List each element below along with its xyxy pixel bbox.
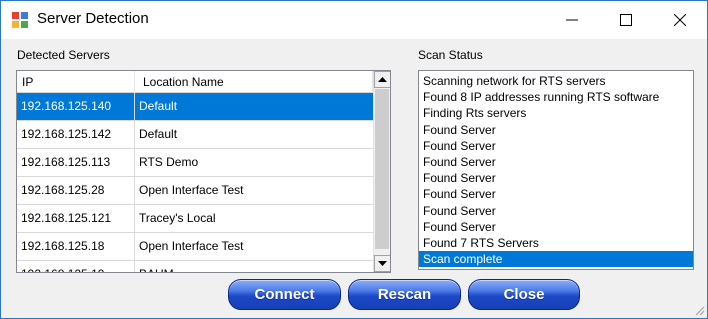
location-cell: Default [139, 99, 178, 113]
detected-servers-label: Detected Servers [17, 48, 110, 62]
list-item[interactable]: Found Server [419, 138, 693, 154]
list-item[interactable]: Found Server [419, 186, 693, 202]
ip-cell: 192.168.125.121 [17, 205, 135, 232]
ip-cell: 192.168.125.140 [17, 93, 135, 120]
maximize-button[interactable] [599, 1, 653, 39]
arrow-down-icon [378, 261, 387, 266]
minimize-button[interactable] [545, 1, 599, 39]
maximize-icon [620, 14, 632, 26]
list-item[interactable]: Found Server [419, 122, 693, 138]
ip-cell: 192.168.125.113 [17, 149, 135, 176]
table-row[interactable]: 192.168.125.28 Open Interface Test [17, 177, 373, 205]
title-bar[interactable]: Server Detection [1, 1, 707, 39]
arrow-up-icon [378, 77, 387, 82]
ip-cell: 192.168.125.19 [17, 261, 135, 272]
list-item[interactable]: Found Server [419, 170, 693, 186]
app-icon [12, 12, 28, 28]
list-item[interactable]: Found Server [419, 219, 693, 235]
scan-status-list[interactable]: Scanning network for RTS servers Found 8 … [418, 70, 694, 270]
ip-cell: 192.168.125.18 [17, 233, 135, 260]
servers-list-rows: 192.168.125.140 Default 192.168.125.142 Def… [17, 93, 373, 272]
list-item[interactable]: Found 7 RTS Servers [419, 235, 693, 251]
resize-grip-icon[interactable] [693, 304, 705, 316]
scrollbar-thumb[interactable] [375, 89, 389, 249]
scan-status-label: Scan Status [418, 48, 483, 62]
location-cell: BAUM [135, 261, 373, 272]
table-row[interactable]: 192.168.125.113 RTS Demo [17, 149, 373, 177]
server-detection-window: Server Detection Detected Servers Scan S… [0, 0, 708, 319]
close-window-button[interactable] [653, 1, 707, 39]
column-header-ip[interactable]: IP [17, 71, 135, 93]
scan-status-lines: Scanning network for RTS servers Found 8 … [419, 73, 693, 268]
list-item[interactable]: Scan complete [419, 251, 693, 268]
window-title: Server Detection [37, 10, 149, 27]
close-icon [674, 14, 686, 26]
servers-list-header: IP Location Name [17, 71, 373, 93]
location-cell: Tracey's Local [139, 211, 216, 225]
connect-button[interactable]: Connect [228, 279, 341, 310]
list-item[interactable]: Scanning network for RTS servers [419, 73, 693, 89]
location-cell: Open Interface Test [139, 239, 244, 253]
list-item[interactable]: Found Server [419, 154, 693, 170]
ip-cell: 192.168.125.142 [17, 121, 135, 148]
ip-cell: 192.168.125.28 [17, 177, 135, 204]
list-item[interactable]: Found 8 IP addresses running RTS softwar… [419, 89, 693, 105]
table-row[interactable]: 192.168.125.140 Default [17, 93, 373, 121]
table-row[interactable]: 192.168.125.142 Default [17, 121, 373, 149]
location-cell: Open Interface Test [139, 183, 244, 197]
list-item[interactable]: Finding Rts servers [419, 105, 693, 121]
servers-list[interactable]: IP Location Name 192.168.125.140 Default 1… [16, 70, 391, 273]
table-row[interactable]: 192.168.125.121 Tracey's Local [17, 205, 373, 233]
minimize-icon [566, 19, 578, 21]
table-row[interactable]: 192.168.125.18 Open Interface Test [17, 233, 373, 261]
list-item[interactable]: Found Server [419, 203, 693, 219]
rescan-button[interactable]: Rescan [348, 279, 461, 310]
table-row[interactable]: 192.168.125.19BAUM [17, 261, 373, 272]
scroll-down-button[interactable] [374, 255, 390, 272]
column-header-location[interactable]: Location Name [135, 71, 373, 93]
location-cell: RTS Demo [139, 155, 199, 169]
location-cell: Default [139, 127, 178, 141]
scroll-up-button[interactable] [374, 71, 390, 88]
servers-list-scrollbar[interactable] [373, 71, 390, 272]
close-button[interactable]: Close [468, 279, 580, 310]
